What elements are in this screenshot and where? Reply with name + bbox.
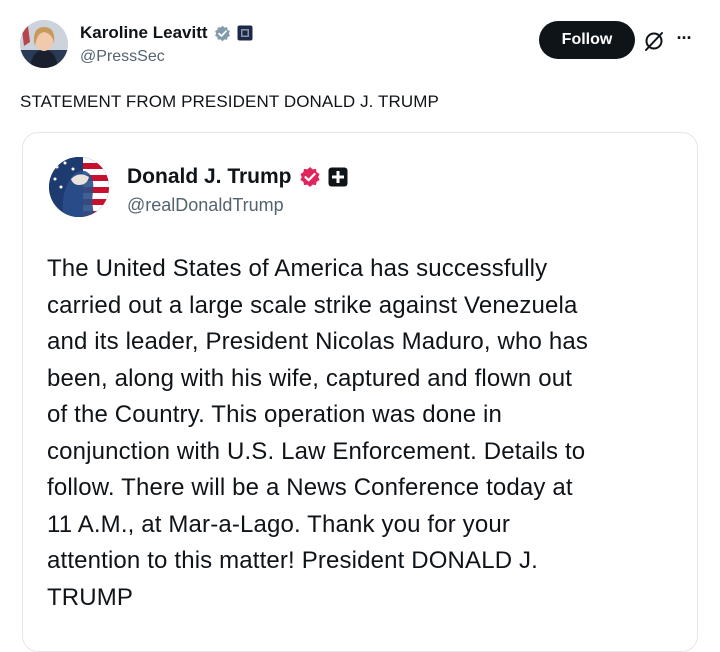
avatar[interactable] [20,20,68,68]
quoted-text-line: of the Country. This operation was done … [47,401,503,428]
verified-badge-icon[interactable] [299,166,321,188]
quoted-author-name[interactable]: Donald J. Trump [127,163,292,191]
quoted-post-card[interactable]: Donald J. Trump @realDonaldTrump The Uni… [22,132,698,652]
quoted-author-handle[interactable]: @realDonaldTrump [127,193,348,217]
post-text: STATEMENT FROM PRESIDENT DONALD J. TRUMP [20,92,439,111]
quoted-text-line: 11 A.M., at Mar-a-Lago. Thank you for yo… [47,510,510,538]
more-options-icon[interactable]: ··· [670,26,698,50]
author-info: Karoline Leavitt @PressSec [80,22,253,68]
quoted-text-line: The United States of America has success… [47,255,548,282]
government-affiliate-badge-icon[interactable] [237,25,253,41]
quoted-text-line: follow. There will be a News Conference … [47,474,573,501]
quoted-text-line: TRUMP [47,583,134,611]
quoted-text-line: been, along with his wife, captured and … [47,364,573,392]
author-name[interactable]: Karoline Leavitt [80,22,208,44]
quoted-author-info: Donald J. Trump @realDonaldTrump [127,163,348,217]
quoted-text-line: attention to this matter! President DONA… [47,547,538,574]
profile-photo-avatar [49,157,109,217]
follow-button[interactable]: Follow [539,21,635,59]
grok-icon[interactable] [642,29,666,53]
quoted-text-line: carried out a large scale strike against… [47,291,578,319]
post-header: Karoline Leavitt @PressSec Follow ··· [20,16,700,72]
profile-photo-avatar [20,20,68,68]
avatar[interactable] [49,157,109,217]
quoted-text-line: conjunction with U.S. Law Enforcement. D… [47,437,586,465]
quoted-post-text: The United States of America has success… [47,251,677,616]
affiliate-badge-icon[interactable] [328,167,348,187]
verified-badge-icon[interactable] [214,25,231,42]
quoted-text-line: and its leader, President Nicolas Maduro… [47,328,588,355]
author-handle[interactable]: @PressSec [80,46,253,68]
